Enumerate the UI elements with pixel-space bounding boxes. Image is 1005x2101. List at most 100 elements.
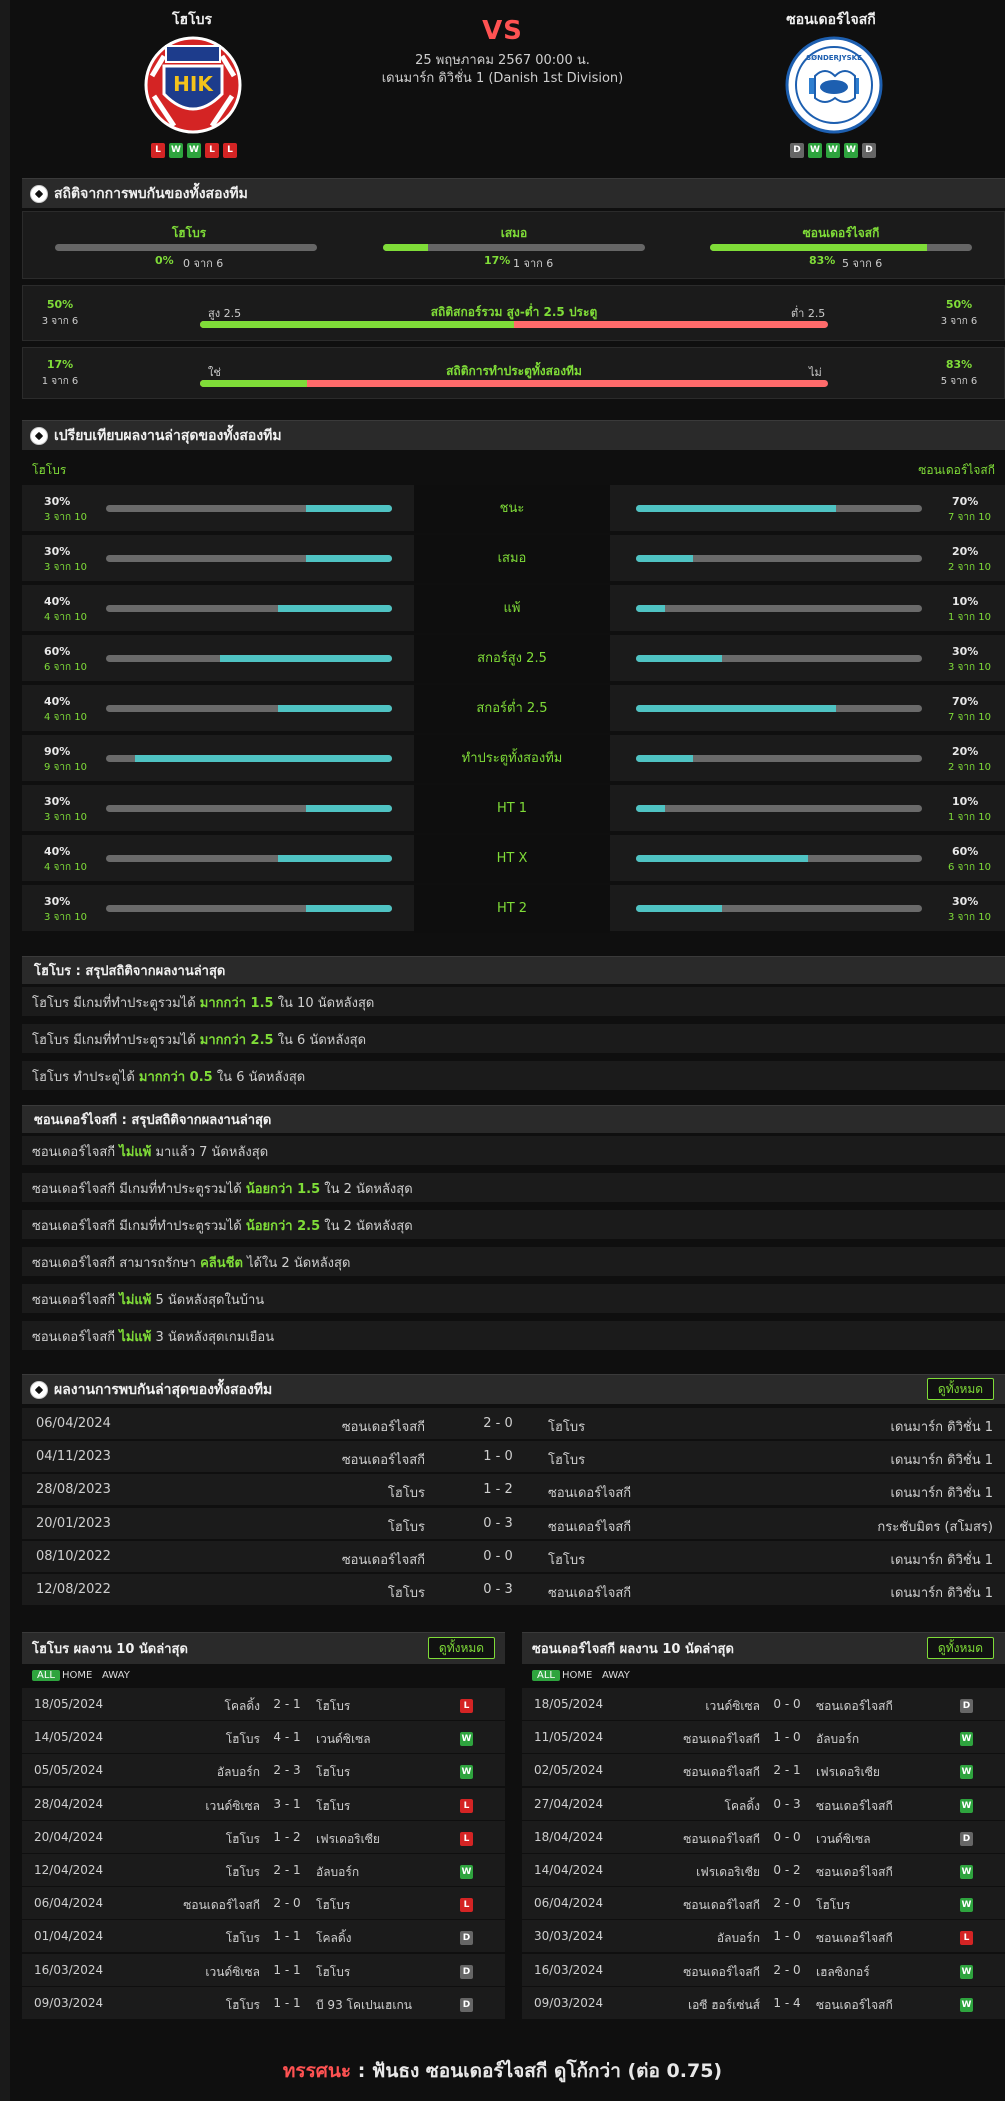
result-badge: L: [460, 1898, 473, 1913]
last10-home: ซอนเดอร์ไจสกี: [683, 1898, 760, 1913]
last10-row[interactable]: 18/05/2024 เวนด์ซิเซล 0 - 0 ซอนเดอร์ไจสกี D: [522, 1688, 1005, 1721]
h2h-row[interactable]: 20/01/2023 โฮโบร 0 - 3 ซอนเดอร์ไจสกี กระชับม…: [22, 1507, 1005, 1540]
h2h-row[interactable]: 06/04/2024 ซอนเดอร์ไจสกี 2 - 0 โฮโบร เดนมาร์…: [22, 1408, 1005, 1440]
h2h-stats-header: สถิติจากการพบกันของทั้งสองทีม: [22, 178, 1005, 208]
last10-row[interactable]: 09/03/2024 เอซี ฮอร์เซ่นส์ 1 - 4 ซอนเดอร์ไจ…: [522, 1986, 1005, 2020]
last10-away: โฮโบร: [316, 1765, 351, 1780]
form-badge: W: [169, 143, 183, 158]
compare-row: 30% 3 จาก 10 ชนะ 70% 7 จาก 10: [22, 485, 1005, 533]
soccer-ball-icon: [30, 184, 48, 203]
last10-row[interactable]: 16/03/2024 ซอนเดอร์ไจสกี 2 - 0 เฮลซิงกอร์ W: [522, 1953, 1005, 1987]
compare-label: สกอร์ต่ำ 2.5: [414, 685, 610, 733]
compare-row: 30% 3 จาก 10 เสมอ 20% 2 จาก 10: [22, 535, 1005, 583]
last10-row[interactable]: 01/04/2024 โฮโบร 1 - 1 โคลดิ้ง D: [22, 1920, 505, 1954]
compare-away-fill: [636, 755, 694, 762]
home-last10-title: โฮโบร ผลงาน 10 นัดล่าสุด: [32, 1642, 188, 1657]
last10-row[interactable]: 28/04/2024 เวนด์ซิเซล 3 - 1 โฮโบร L: [22, 1787, 505, 1821]
compare-away-pct: 10%: [952, 795, 979, 808]
last10-row[interactable]: 06/04/2024 ซอนเดอร์ไจสกี 2 - 0 โฮโบร W: [522, 1887, 1005, 1921]
filter-home[interactable]: HOME: [62, 1670, 92, 1681]
last10-row[interactable]: 06/04/2024 ซอนเดอร์ไจสกี 2 - 0 โฮโบร L: [22, 1887, 505, 1921]
last10-row[interactable]: 02/05/2024 ซอนเดอร์ไจสกี 2 - 1 เฟรเดอริเซีย…: [522, 1754, 1005, 1788]
last10-date: 01/04/2024: [34, 1929, 104, 1944]
last10-date: 12/04/2024: [34, 1863, 104, 1877]
last10-home: อัลบอร์ก: [216, 1765, 260, 1780]
filter-away[interactable]: AWAY: [602, 1670, 630, 1681]
last10-row[interactable]: 09/03/2024 โฮโบร 1 - 1 บี 93 โคเปนเฮเกน D: [22, 1986, 505, 2020]
last10-row[interactable]: 14/05/2024 โฮโบร 4 - 1 เวนด์ซิเซล W: [22, 1721, 505, 1755]
h2h-away: โฮโบร: [548, 1420, 586, 1435]
compare-away-bar: [636, 655, 922, 662]
compare-row: 30% 3 จาก 10 HT 2 30% 3 จาก 10: [22, 885, 1005, 933]
last10-date: 11/05/2024: [534, 1730, 604, 1745]
last10-score: 0 - 3: [773, 1796, 801, 1811]
last10-date: 27/04/2024: [534, 1796, 604, 1811]
h2h-league: เดนมาร์ก ดิวิชั่น 1: [890, 1552, 993, 1568]
summary-text: ใน 2 นัดหลังสุด: [320, 1182, 413, 1197]
last10-row[interactable]: 16/03/2024 เวนด์ซิเซล 1 - 1 โฮโบร D: [22, 1953, 505, 1987]
last10-row[interactable]: 18/04/2024 ซอนเดอร์ไจสกี 0 - 0 เวนด์ซิเซล D: [522, 1820, 1005, 1854]
h2h-row[interactable]: 04/11/2023 ซอนเดอร์ไจสกี 1 - 0 โฮโบร เดนมาร์…: [22, 1441, 1005, 1474]
filter-all[interactable]: ALL: [532, 1670, 560, 1681]
compare-home-bar: [106, 705, 392, 712]
last10-row[interactable]: 11/05/2024 ซอนเดอร์ไจสกี 1 - 0 อัลบอร์ก W: [522, 1721, 1005, 1755]
compare-home-pct: 40%: [44, 845, 71, 858]
summary-highlight: คลีนชีต: [200, 1256, 243, 1271]
h2h-row[interactable]: 28/08/2023 โฮโบร 1 - 2 ซอนเดอร์ไจสกี เดนมาร์…: [22, 1474, 1005, 1507]
result-badge: W: [960, 1997, 973, 2012]
last10-score: 1 - 1: [273, 1995, 301, 2010]
last10-home: โฮโบร: [225, 1865, 260, 1879]
away-last10-view-all-button[interactable]: ดูทั้งหมด: [927, 1637, 994, 1659]
summary-text: ใน 6 นัดหลังสุด: [212, 1070, 306, 1085]
away-win-label: ซอนเดอร์ไจสกี: [802, 226, 880, 240]
result-badge: D: [460, 1997, 473, 2012]
last10-row[interactable]: 20/04/2024 โฮโบร 1 - 2 เฟรเดอริเซีย L: [22, 1820, 505, 1854]
h2h-row[interactable]: 08/10/2022 ซอนเดอร์ไจสกี 0 - 0 โฮโบร เดนมาร์…: [22, 1540, 1005, 1573]
h2h-row[interactable]: 12/08/2022 โฮโบร 0 - 3 ซอนเดอร์ไจสกี เดนมาร์…: [22, 1574, 1005, 1606]
over-pct: 50%: [46, 298, 74, 311]
away-win-bar: [710, 244, 972, 251]
last10-score: 2 - 0: [273, 1896, 301, 1911]
last10-row[interactable]: 12/04/2024 โฮโบร 2 - 1 อัลบอร์ก W: [22, 1854, 505, 1887]
draw-sub: 1 จาก 6: [513, 257, 554, 270]
last10-home: โฮโบร: [225, 1997, 260, 2012]
last10-home: เวนด์ซิเซล: [705, 1699, 760, 1713]
last10-home: ซอนเดอร์ไจสกี: [683, 1964, 760, 1979]
compare-away-fill: [636, 705, 837, 712]
last10-date: 09/03/2024: [34, 1995, 104, 2010]
prediction-separator: :: [351, 2060, 372, 2082]
last10-score: 2 - 1: [773, 1763, 801, 1778]
filter-away[interactable]: AWAY: [102, 1670, 130, 1681]
filter-home[interactable]: HOME: [562, 1670, 592, 1681]
compare-away-bar: [636, 755, 922, 762]
away-win-pct: 83%: [809, 254, 836, 267]
filter-all[interactable]: ALL: [32, 1670, 60, 1681]
compare-home-pct: 90%: [44, 745, 71, 758]
over-sub: 3 จาก 6: [41, 316, 79, 327]
h2h-league: เดนมาร์ก ดิวิชั่น 1: [890, 1586, 993, 1601]
last10-row[interactable]: 05/05/2024 อัลบอร์ก 2 - 3 โฮโบร W: [22, 1754, 505, 1788]
compare-away-sub: 7 จาก 10: [948, 512, 991, 523]
compare-home-sub: 6 จาก 10: [44, 662, 87, 673]
compare-away-bar: [636, 905, 922, 912]
compare-home-fill: [277, 605, 392, 612]
result-badge: W: [960, 1798, 973, 1813]
last10-row[interactable]: 18/05/2024 โคลดิ้ง 2 - 1 โฮโบร L: [22, 1688, 505, 1721]
result-badge: W: [960, 1898, 973, 1913]
summary-text: มาแล้ว 7 นัดหลังสุด: [151, 1145, 269, 1160]
compare-away-pct: 20%: [952, 545, 979, 558]
compare-home-sub: 3 จาก 10: [44, 512, 87, 523]
compare-home-bar: [106, 605, 392, 612]
compare-home-sub: 4 จาก 10: [44, 862, 87, 873]
last10-row[interactable]: 14/04/2024 เฟรเดอริเซีย 0 - 2 ซอนเดอร์ไจสกี…: [522, 1854, 1005, 1887]
compare-away-sub: 1 จาก 10: [948, 612, 991, 623]
prediction-label: ทรรศนะ: [282, 2060, 352, 2082]
last10-row[interactable]: 30/03/2024 อัลบอร์ก 1 - 0 ซอนเดอร์ไจสกี L: [522, 1920, 1005, 1954]
last10-date: 30/03/2024: [534, 1929, 604, 1944]
compare-away-pct: 70%: [952, 495, 979, 508]
compare-home-fill: [277, 855, 392, 862]
soccer-ball-icon: [30, 1380, 48, 1399]
h2h-view-all-button[interactable]: ดูทั้งหมด: [927, 1378, 994, 1400]
last10-row[interactable]: 27/04/2024 โคลดิ้ง 0 - 3 ซอนเดอร์ไจสกี W: [522, 1787, 1005, 1821]
home-last10-view-all-button[interactable]: ดูทั้งหมด: [428, 1637, 495, 1659]
